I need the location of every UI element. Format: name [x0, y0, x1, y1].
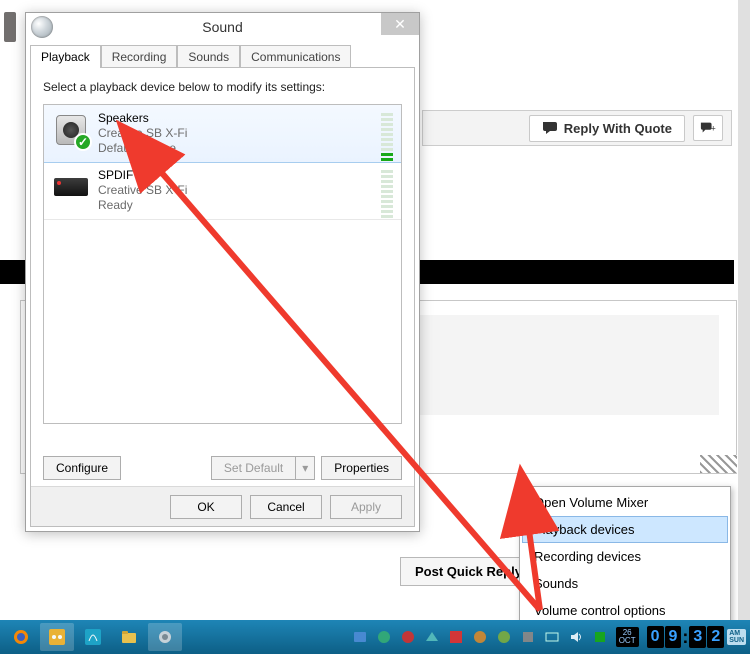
speaker-icon: ✓: [52, 111, 90, 149]
quote-icon: [542, 121, 558, 135]
tab-playback[interactable]: Playback: [30, 45, 101, 68]
tabstrip: Playback Recording Sounds Communications: [26, 41, 419, 67]
device-name: Speakers: [98, 111, 187, 126]
ok-button[interactable]: OK: [170, 495, 242, 519]
cancel-button[interactable]: Cancel: [250, 495, 322, 519]
tray-icon[interactable]: [448, 629, 464, 645]
clock-ampm: AMSUN: [727, 629, 746, 645]
default-check-icon: ✓: [74, 133, 92, 151]
set-default-split[interactable]: Set Default ▾: [211, 456, 315, 480]
device-status: Ready: [98, 198, 187, 213]
device-list[interactable]: ✓ Speakers Creative SB X-Fi Default Devi…: [43, 104, 402, 424]
svg-text:+: +: [711, 124, 716, 134]
close-button[interactable]: ✕: [381, 13, 419, 35]
tray-date[interactable]: 26 OCT: [616, 627, 639, 647]
page-scroll-gutter: [738, 0, 750, 620]
device-buttons: Configure Set Default ▾ Properties: [43, 456, 402, 480]
spdif-icon: [52, 168, 90, 206]
set-default-caret[interactable]: ▾: [295, 456, 315, 480]
tab-sounds[interactable]: Sounds: [177, 45, 240, 68]
reply-with-quote-button[interactable]: Reply With Quote: [529, 115, 685, 142]
tab-communications[interactable]: Communications: [240, 45, 351, 68]
set-default-button[interactable]: Set Default: [211, 456, 295, 480]
dialog-title: Sound: [26, 19, 419, 35]
tray-icon[interactable]: [352, 629, 368, 645]
taskbar[interactable]: 26 OCT 0 9 : 3 2 AMSUN: [0, 620, 750, 654]
titlebar[interactable]: Sound ✕: [26, 13, 419, 41]
tray-icon[interactable]: [376, 629, 392, 645]
device-driver: Creative SB X-Fi: [98, 183, 187, 198]
page-left-sliver: [4, 12, 16, 42]
configure-button[interactable]: Configure: [43, 456, 121, 480]
ctx-open-mixer[interactable]: Open Volume Mixer: [522, 489, 728, 516]
device-status: Default Device: [98, 141, 187, 156]
tab-body: Select a playback device below to modify…: [30, 67, 415, 527]
level-meter: [381, 113, 393, 161]
tray-clock[interactable]: 0 9 : 3 2 AMSUN: [647, 626, 746, 648]
tray-icon[interactable]: [592, 629, 608, 645]
close-icon: ✕: [394, 16, 406, 33]
clock-h1: 0: [647, 626, 664, 648]
reply-with-quote-label: Reply With Quote: [564, 121, 672, 136]
post-quick-reply-button[interactable]: Post Quick Reply: [400, 557, 537, 586]
clock-m2: 2: [707, 626, 724, 648]
explorer-icon[interactable]: [112, 623, 146, 651]
tray-icon[interactable]: [424, 629, 440, 645]
multi-quote-button[interactable]: +: [693, 115, 723, 141]
chevron-down-icon: ▾: [302, 461, 308, 475]
device-spdif[interactable]: SPDIF Out Creative SB X-Fi Ready: [44, 162, 401, 220]
tray-icon[interactable]: [496, 629, 512, 645]
apply-button[interactable]: Apply: [330, 495, 402, 519]
dialog-ok-row: OK Cancel Apply: [31, 486, 414, 526]
system-tray: 26 OCT 0 9 : 3 2 AMSUN: [352, 626, 746, 648]
device-speakers[interactable]: ✓ Speakers Creative SB X-Fi Default Devi…: [43, 104, 402, 163]
clock-h2: 9: [665, 626, 682, 648]
sound-window-icon[interactable]: [148, 623, 182, 651]
post-actions-row: Reply With Quote +: [422, 110, 732, 146]
tray-network-icon[interactable]: [544, 629, 560, 645]
ctx-sounds[interactable]: Sounds: [522, 570, 728, 597]
tab-recording[interactable]: Recording: [101, 45, 178, 68]
clock-colon: :: [682, 627, 688, 648]
ctx-playback-devices[interactable]: Playback devices: [522, 516, 728, 543]
resize-grip-icon[interactable]: [700, 455, 737, 473]
tray-volume-icon[interactable]: [568, 629, 584, 645]
tray-icon[interactable]: [400, 629, 416, 645]
ctx-recording-devices[interactable]: Recording devices: [522, 543, 728, 570]
firefox-icon[interactable]: [4, 623, 38, 651]
clock-m1: 3: [689, 626, 706, 648]
taskbar-apps: [4, 623, 182, 651]
sound-dialog: Sound ✕ Playback Recording Sounds Commun…: [25, 12, 420, 532]
app-icon-3[interactable]: [76, 623, 110, 651]
instruction-text: Select a playback device below to modify…: [43, 80, 402, 94]
tray-icon[interactable]: [520, 629, 536, 645]
tray-context-menu: Open Volume Mixer Playback devices Recor…: [519, 486, 731, 627]
device-name: SPDIF Out: [98, 168, 187, 183]
tray-icon[interactable]: [472, 629, 488, 645]
level-meter: [381, 170, 393, 218]
device-driver: Creative SB X-Fi: [98, 126, 187, 141]
app-icon-2[interactable]: [40, 623, 74, 651]
multi-quote-icon: +: [700, 121, 716, 135]
properties-button[interactable]: Properties: [321, 456, 402, 480]
tray-date-mon: OCT: [619, 637, 636, 645]
